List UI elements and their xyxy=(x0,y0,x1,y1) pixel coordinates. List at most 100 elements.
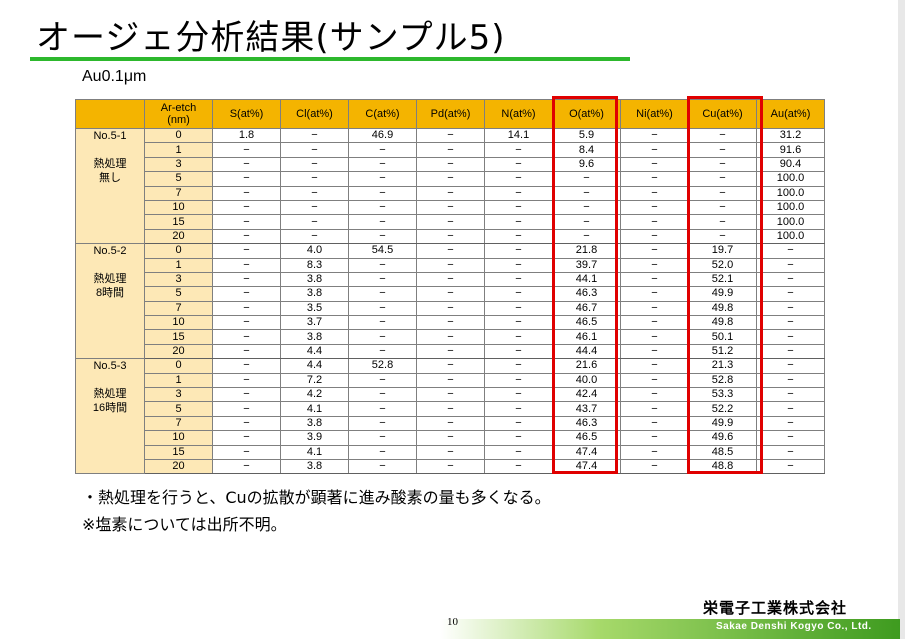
concentration-cell: 3.8 xyxy=(280,415,349,432)
concentration-cell: − xyxy=(416,401,485,417)
concentration-cell: − xyxy=(756,415,825,432)
concentration-cell: − xyxy=(620,286,689,302)
concentration-cell: − xyxy=(620,387,689,403)
concentration-cell: − xyxy=(280,142,349,158)
concentration-cell: − xyxy=(348,199,417,216)
etch-depth-cell: 20 xyxy=(144,343,213,360)
concentration-cell: − xyxy=(484,271,553,288)
concentration-cell: − xyxy=(416,257,485,273)
concentration-cell: 100.0 xyxy=(756,199,825,216)
concentration-cell: 4.4 xyxy=(280,358,349,374)
etch-depth-cell: 0 xyxy=(144,358,213,374)
concentration-cell: − xyxy=(484,199,553,216)
concentration-cell: − xyxy=(756,271,825,288)
concentration-cell: − xyxy=(484,142,553,158)
column-header: Au(at%) xyxy=(756,99,825,129)
concentration-cell: − xyxy=(348,387,417,403)
page-subtitle: Au0.1μm xyxy=(82,68,147,85)
etch-depth-cell: 5 xyxy=(144,286,213,302)
concentration-cell: − xyxy=(348,142,417,158)
concentration-cell: 31.2 xyxy=(756,127,825,144)
concentration-cell: − xyxy=(484,228,553,245)
concentration-cell: − xyxy=(620,372,689,389)
concentration-cell: − xyxy=(756,243,825,259)
concentration-cell: 3.5 xyxy=(280,300,349,317)
concentration-cell: − xyxy=(212,343,281,360)
concentration-cell: − xyxy=(416,430,485,446)
concentration-cell: − xyxy=(416,142,485,158)
concentration-cell: − xyxy=(348,185,417,201)
concentration-cell: − xyxy=(484,257,553,273)
column-header: N(at%) xyxy=(484,99,553,129)
concentration-cell: − xyxy=(348,372,417,389)
concentration-cell: − xyxy=(620,415,689,432)
concentration-cell: − xyxy=(280,156,349,173)
concentration-cell: 100.0 xyxy=(756,228,825,245)
concentration-cell: − xyxy=(484,171,553,187)
concentration-cell: − xyxy=(348,401,417,417)
concentration-cell: − xyxy=(212,156,281,173)
concentration-cell: − xyxy=(756,444,825,460)
concentration-cell: − xyxy=(416,343,485,360)
etch-depth-cell: 3 xyxy=(144,156,213,173)
concentration-cell: − xyxy=(416,199,485,216)
concentration-cell: − xyxy=(484,300,553,317)
concentration-cell: − xyxy=(212,329,281,345)
slide-frame-edge xyxy=(898,0,905,639)
concentration-cell: 4.1 xyxy=(280,401,349,417)
concentration-cell: 4.1 xyxy=(280,444,349,460)
sample-id: No.5-1 xyxy=(93,130,127,142)
concentration-cell: − xyxy=(212,286,281,302)
concentration-cell: − xyxy=(620,444,689,460)
concentration-cell: − xyxy=(416,415,485,432)
note-line-2: ※塩素については出所不明。 xyxy=(82,515,287,534)
concentration-cell: − xyxy=(348,415,417,432)
concentration-cell: − xyxy=(416,271,485,288)
concentration-cell: − xyxy=(756,315,825,331)
concentration-cell: 100.0 xyxy=(756,214,825,230)
concentration-cell: − xyxy=(416,358,485,374)
concentration-cell: − xyxy=(212,387,281,403)
concentration-cell: − xyxy=(348,458,417,475)
concentration-cell: − xyxy=(416,444,485,460)
concentration-cell: − xyxy=(212,243,281,259)
concentration-cell: − xyxy=(348,171,417,187)
concentration-cell: − xyxy=(620,243,689,259)
concentration-cell: − xyxy=(484,401,553,417)
concentration-cell: − xyxy=(416,185,485,201)
concentration-cell: 3.7 xyxy=(280,315,349,331)
concentration-cell: 100.0 xyxy=(756,185,825,201)
concentration-cell: − xyxy=(756,329,825,345)
etch-depth-cell: 15 xyxy=(144,214,213,230)
etch-depth-cell: 1 xyxy=(144,257,213,273)
concentration-cell: − xyxy=(620,329,689,345)
concentration-cell: − xyxy=(756,358,825,374)
concentration-cell: 4.4 xyxy=(280,343,349,360)
concentration-cell: − xyxy=(416,156,485,173)
concentration-cell: − xyxy=(484,372,553,389)
concentration-cell: 91.6 xyxy=(756,142,825,158)
etch-depth-cell: 0 xyxy=(144,243,213,259)
concentration-cell: − xyxy=(212,430,281,446)
concentration-cell: − xyxy=(756,430,825,446)
concentration-cell: − xyxy=(416,171,485,187)
sample-treatment: 8時間 xyxy=(95,287,125,300)
concentration-cell: − xyxy=(348,214,417,230)
concentration-cell: − xyxy=(280,127,349,144)
concentration-cell: − xyxy=(484,286,553,302)
concentration-cell: − xyxy=(416,387,485,403)
concentration-cell: − xyxy=(484,343,553,360)
concentration-cell: − xyxy=(280,228,349,245)
sample-treatment: 熱処理 xyxy=(93,158,127,170)
concentration-cell: − xyxy=(416,127,485,144)
sample-id: No.5-2 xyxy=(93,245,127,258)
concentration-cell: − xyxy=(348,257,417,273)
concentration-cell: − xyxy=(416,300,485,317)
page-number: 10 xyxy=(447,616,458,628)
concentration-cell: − xyxy=(620,401,689,417)
concentration-cell: 3.8 xyxy=(280,329,349,345)
concentration-cell: − xyxy=(212,372,281,389)
concentration-cell: 100.0 xyxy=(756,171,825,187)
etch-depth-cell: 20 xyxy=(144,458,213,475)
company-name-en: Sakae Denshi Kogyo Co., Ltd. xyxy=(716,621,872,632)
